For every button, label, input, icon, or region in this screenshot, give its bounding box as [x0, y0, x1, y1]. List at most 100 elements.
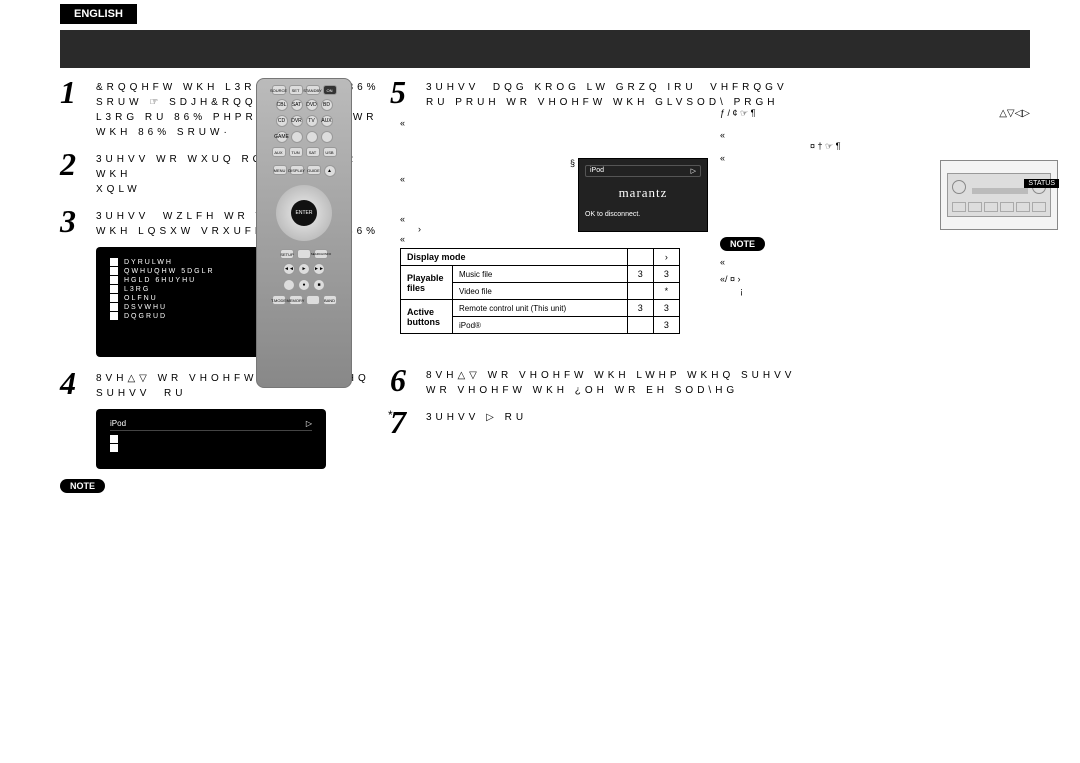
remote-enter-button[interactable]: ENTER: [291, 200, 317, 226]
table-cell: 3: [653, 266, 679, 283]
remote-stop-button[interactable]: ■: [313, 279, 325, 291]
list-item-label: DSVWHU: [124, 304, 167, 311]
list-item-label: DQGRUD: [124, 313, 167, 320]
body-text: «/ ¤ ›: [720, 274, 1030, 286]
step-6: 6 8VH△▽ WR VHOHFW WKH LWHP WKHQ SUHVV WR…: [390, 364, 1010, 398]
remote-input-button[interactable]: [291, 131, 303, 143]
list-item: [110, 444, 312, 452]
body-text: «: [400, 118, 710, 128]
remote-standby-button[interactable]: STANDBY: [306, 85, 320, 95]
menu-item-icon: [110, 312, 118, 320]
remote-on-button[interactable]: ON: [323, 85, 337, 95]
table-cell: [627, 283, 653, 300]
table-cell: 3: [653, 317, 679, 334]
table-group: Playable files: [401, 266, 453, 300]
note-block-left: NOTE: [60, 479, 380, 493]
remote-button[interactable]: [306, 295, 320, 305]
menu-screen-ipod: iPod ▷: [96, 409, 326, 469]
table-cell: 3: [653, 300, 679, 317]
remote-guide-button[interactable]: GUIDE: [307, 165, 321, 175]
body-text: ¡: [740, 286, 1030, 298]
table-row: Playable files Music file 3 3: [401, 266, 680, 283]
remote-pause-button[interactable]: [283, 279, 295, 291]
list-item-label: OLFNU: [124, 295, 158, 302]
remote-input-button[interactable]: BD: [321, 99, 333, 111]
remote-input-button[interactable]: TV: [306, 115, 318, 127]
table-header: Display mode: [401, 249, 628, 266]
remote-input-button[interactable]: DVD: [306, 99, 318, 111]
section-title-bar: [60, 30, 1030, 68]
menu-item-icon: [110, 285, 118, 293]
play-icon: ▷: [691, 167, 696, 175]
remote-play-button[interactable]: ►: [298, 263, 310, 275]
status-label: STATUS: [1024, 179, 1059, 188]
menu-item-icon: [110, 267, 118, 275]
language-tab: ENGLISH: [60, 4, 137, 24]
device-diagram: STATUS: [940, 160, 1058, 230]
remote-input-button[interactable]: TUN: [289, 147, 303, 157]
remote-forward-button[interactable]: ►►: [313, 263, 325, 275]
brand-logo: marantz: [619, 185, 668, 200]
step-number: 1: [60, 76, 90, 140]
step-number: 5: [390, 76, 420, 110]
remote-input-button[interactable]: SAT: [291, 99, 303, 111]
remote-dpad[interactable]: ENTER: [276, 185, 332, 241]
middle-column: 5 3UHVV DQG KROG LW GRZQ IRU VHFRQGV RU …: [390, 76, 710, 446]
body-text: «: [720, 257, 1030, 269]
remote-source-button[interactable]: SOURCE: [272, 85, 286, 95]
menu-item-icon: [110, 303, 118, 311]
marantz-osd-screen: iPod ▷ marantz OK to disconnect.: [578, 158, 708, 232]
step-number: 7: [390, 406, 420, 438]
osd-title: iPod: [590, 167, 604, 175]
screen-title: iPod: [110, 419, 126, 428]
play-icon: ▷: [306, 419, 312, 428]
remote-input-button[interactable]: AUX: [321, 115, 333, 127]
osd-status-text: OK to disconnect.: [585, 211, 701, 218]
remote-rewind-button[interactable]: ◄◄: [283, 263, 295, 275]
remote-volume-button[interactable]: ▲: [324, 165, 336, 177]
list-item-label: DYRULWH: [124, 259, 173, 266]
list-item-label: L3RG: [124, 286, 150, 293]
remote-display-button[interactable]: DISPLAY: [290, 165, 304, 175]
remote-menu-button[interactable]: MENU: [273, 165, 287, 175]
table-cell: [627, 317, 653, 334]
note-badge: NOTE: [60, 479, 105, 493]
remote-input-button[interactable]: CBL: [276, 99, 288, 111]
table-cell: *: [653, 283, 679, 300]
step-number: 6: [390, 364, 420, 398]
table-cell: 3: [627, 266, 653, 283]
step-number: 2: [60, 148, 90, 197]
body-text: ¤ † ☞ ¶: [810, 141, 1030, 153]
remote-input-button[interactable]: SAT: [306, 147, 320, 157]
remote-input-button[interactable]: CD: [276, 115, 288, 127]
remote-input-button[interactable]: USB: [323, 147, 337, 157]
menu-item-icon: [110, 276, 118, 284]
remote-band-button[interactable]: BAND: [323, 295, 337, 305]
remote-search-info-button[interactable]: SEARCH/INFO: [314, 249, 328, 259]
remote-input-button[interactable]: AUX: [272, 147, 286, 157]
table-header: [627, 249, 653, 266]
list-item-label: QWHUQHW 5DGLR: [124, 268, 215, 275]
list-item-label: HGLD 6HUYHU: [124, 277, 196, 284]
remote-setup-button[interactable]: SETUP: [280, 249, 294, 259]
remote-memory-button[interactable]: MEMORY: [289, 295, 303, 305]
menu-item-icon: [110, 444, 118, 452]
remote-set-button[interactable]: SET: [289, 85, 303, 95]
remote-return-button[interactable]: [297, 249, 311, 259]
remote-input-button[interactable]: DVR: [291, 115, 303, 127]
table-cell: Music file: [453, 266, 628, 283]
step-text: 3UHVV ▷ RU: [426, 406, 527, 438]
body-text: ƒ / ¢ ☞ ¶: [720, 108, 755, 120]
menu-item-icon: [110, 435, 118, 443]
menu-item-icon: [110, 258, 118, 266]
remote-input-button[interactable]: GAME: [276, 131, 288, 143]
display-mode-table: Display mode › Playable files Music file…: [400, 248, 680, 334]
remote-record-button[interactable]: ●: [298, 279, 310, 291]
body-text: «: [720, 130, 1030, 142]
table-group: Active buttons: [401, 300, 453, 334]
remote-tmode-button[interactable]: T.MODE: [272, 295, 286, 305]
step-7: 7 3UHVV ▷ RU: [390, 406, 710, 438]
remote-input-button[interactable]: [321, 131, 333, 143]
remote-input-button[interactable]: [306, 131, 318, 143]
step-number: 3: [60, 205, 90, 239]
